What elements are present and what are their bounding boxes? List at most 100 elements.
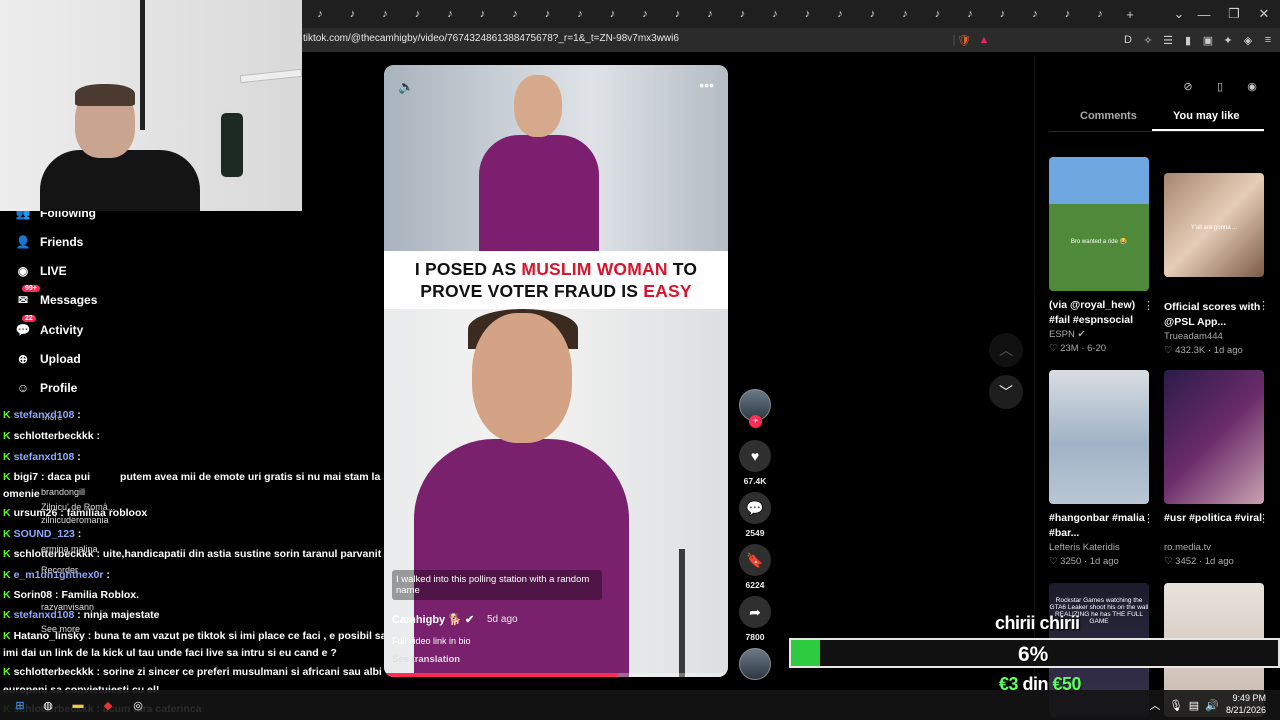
volume-icon[interactable]: 🔈 — [398, 79, 414, 95]
explorer-icon[interactable]: ▬ — [70, 697, 86, 713]
browser-tab[interactable]: ♪ — [794, 4, 822, 24]
browser-tab[interactable]: ♪ — [339, 4, 367, 24]
chat-username[interactable]: stefanxd108 — [14, 451, 78, 463]
app-icon[interactable]: ◆ — [100, 697, 116, 713]
card-author[interactable]: ESPN ✔ — [1049, 329, 1150, 340]
following-account-name[interactable]: Zilnicu' de Româ... — [41, 502, 115, 512]
microphone-icon[interactable]: 🎙 — [1168, 697, 1184, 713]
brave-shield-icon[interactable]: 🛡 — [956, 32, 972, 48]
video-player[interactable]: I POSED AS MUSLIM WOMAN TO PROVE VOTER F… — [384, 65, 728, 677]
browser-tab[interactable]: ♪ — [631, 4, 659, 24]
browser-tab[interactable]: ♪ — [924, 4, 952, 24]
chat-username[interactable]: stefanxd108 — [14, 409, 78, 421]
card-more-icon[interactable]: ⋮ — [1258, 299, 1269, 312]
network-icon[interactable]: ▤ — [1186, 697, 1202, 713]
speaker-icon[interactable]: 🔊 — [1204, 697, 1220, 713]
browser-tab[interactable]: ♪ — [761, 4, 789, 24]
menu-icon[interactable]: ≡ — [1260, 32, 1276, 48]
following-account-name[interactable]: zilnicuderomania — [41, 515, 109, 525]
card-title[interactable]: Official scores with @PSL App... — [1164, 300, 1265, 330]
chat-username[interactable]: bigi7 — [14, 471, 41, 483]
wallet-icon[interactable]: ▣ — [1200, 32, 1216, 48]
browser-tab[interactable]: ♪ — [599, 4, 627, 24]
card-author[interactable]: ro.media.tv — [1164, 542, 1265, 553]
browser-tab[interactable]: ♪ — [306, 4, 334, 24]
like-button[interactable]: ♥ — [739, 440, 771, 472]
tray-chevron-icon[interactable]: ︿ — [1147, 697, 1163, 713]
nav-item-activity[interactable]: 💬 22 Activity — [14, 315, 83, 340]
chrome-icon[interactable]: ◍ — [40, 697, 56, 713]
browser-tab[interactable]: ♪ — [436, 4, 464, 24]
browser-tab[interactable]: ♪ — [989, 4, 1017, 24]
compass-icon[interactable]: ⊘ — [1176, 76, 1200, 96]
browser-tab[interactable]: ♪ — [501, 4, 529, 24]
browser-tab[interactable]: ♪ — [404, 4, 432, 24]
windows-start-icon[interactable]: ⊞ — [12, 697, 28, 713]
extensions-icon[interactable]: ✧ — [1140, 32, 1156, 48]
nav-item-upload[interactable]: ⊕ Upload — [14, 349, 81, 369]
previous-video-button[interactable]: ︿ — [989, 333, 1023, 367]
new-tab-button[interactable]: + — [1116, 4, 1144, 24]
save-button[interactable]: 🔖 — [739, 544, 771, 576]
leo-icon[interactable]: ✦ — [1220, 32, 1236, 48]
browser-tab[interactable]: ♪ — [696, 4, 724, 24]
restore-button[interactable]: ❐ — [1220, 4, 1248, 24]
card-title[interactable]: (via @royal_hew) #fail #espnsocial — [1049, 298, 1150, 328]
following-account-name[interactable]: ermina.malina — [41, 544, 98, 554]
music-disc-avatar[interactable] — [739, 648, 771, 680]
nav-item-live[interactable]: ◉ LIVE — [14, 261, 67, 281]
see-translation-link[interactable]: See translation — [392, 654, 460, 665]
recommended-video-card[interactable]: Y'all are gonna ... Official scores with … — [1164, 173, 1269, 356]
browser-tab[interactable]: ♪ — [859, 4, 887, 24]
chat-username[interactable]: SOUND_123 — [14, 528, 78, 540]
chat-username[interactable]: Sorin08 — [14, 589, 55, 601]
recommended-video-card[interactable]: Bro wanted a ride 😂 (via @royal_hew) #fai… — [1049, 157, 1154, 354]
recommended-video-card[interactable]: #hangonbar #malia #bar... Lefteris Kateri… — [1049, 370, 1154, 567]
tab-you-may-like[interactable]: You may like — [1173, 110, 1239, 122]
browser-tab[interactable]: ♪ — [891, 4, 919, 24]
user-avatar-icon[interactable]: ◉ — [1240, 76, 1264, 96]
url-text[interactable]: tiktok.com/@thecamhigby/video/7674324861… — [303, 33, 679, 44]
nav-item-messages[interactable]: ✉ 99+ Messages — [14, 285, 97, 310]
browser-tab[interactable]: ♪ — [371, 4, 399, 24]
browser-tab[interactable]: ♪ — [534, 4, 562, 24]
video-author[interactable]: Camhigby 🐕 ✔ — [392, 613, 474, 626]
card-more-icon[interactable]: ⋮ — [1258, 512, 1269, 525]
rewards-icon[interactable]: ▲ — [976, 32, 992, 48]
card-author[interactable]: Trueadam444 — [1164, 331, 1265, 342]
follow-plus-icon[interactable]: + — [749, 415, 762, 428]
next-video-button[interactable]: ﹀ — [989, 375, 1023, 409]
nav-item-profile[interactable]: ☺ Profile — [14, 378, 77, 398]
vpn-icon[interactable]: ◈ — [1240, 32, 1256, 48]
video-progress-bar[interactable] — [384, 673, 728, 677]
card-title[interactable]: #usr #politica #viral — [1164, 511, 1265, 541]
nav-item-friends[interactable]: 👤 Friends — [14, 232, 84, 252]
browser-tab[interactable]: ♪ — [1021, 4, 1049, 24]
card-author[interactable]: Lefteris Kateridis — [1049, 542, 1150, 553]
close-window-button[interactable]: ✕ — [1250, 4, 1278, 24]
chat-username[interactable]: schlotterbeckkk — [14, 666, 97, 678]
sidebar-icon[interactable]: ▮ — [1180, 32, 1196, 48]
browser-tab[interactable]: ♪ — [729, 4, 757, 24]
tab-list-button[interactable]: ⌄ — [1165, 4, 1193, 24]
video-thumbnail[interactable] — [1164, 370, 1264, 504]
share-button[interactable]: ➦ — [739, 596, 771, 628]
browser-tab[interactable]: ♪ — [1086, 4, 1114, 24]
bookmarks-icon[interactable]: ☰ — [1160, 32, 1176, 48]
comment-button[interactable]: 💬 — [739, 492, 771, 524]
video-thumbnail[interactable]: Bro wanted a ride 😂 — [1049, 157, 1149, 291]
card-title[interactable]: #hangonbar #malia #bar... — [1049, 511, 1150, 541]
browser-tab[interactable]: ♪ — [826, 4, 854, 24]
card-more-icon[interactable]: ⋮ — [1143, 299, 1154, 312]
browser-tab[interactable]: ♪ — [566, 4, 594, 24]
following-account-name[interactable]: razvanvisann — [41, 602, 94, 612]
more-options-icon[interactable]: ••• — [699, 77, 714, 93]
following-account-name[interactable]: Recorder — [41, 565, 78, 575]
video-thumbnail[interactable]: Y'all are gonna ... — [1164, 173, 1264, 277]
taskbar-clock[interactable]: 9:49 PM 8/21/2026 — [1226, 692, 1266, 716]
browser-tab[interactable]: ♪ — [469, 4, 497, 24]
browser-tab[interactable]: ♪ — [1054, 4, 1082, 24]
video-thumbnail[interactable] — [1049, 370, 1149, 504]
obs-icon[interactable]: ◎ — [130, 697, 146, 713]
browser-tab[interactable]: ♪ — [956, 4, 984, 24]
